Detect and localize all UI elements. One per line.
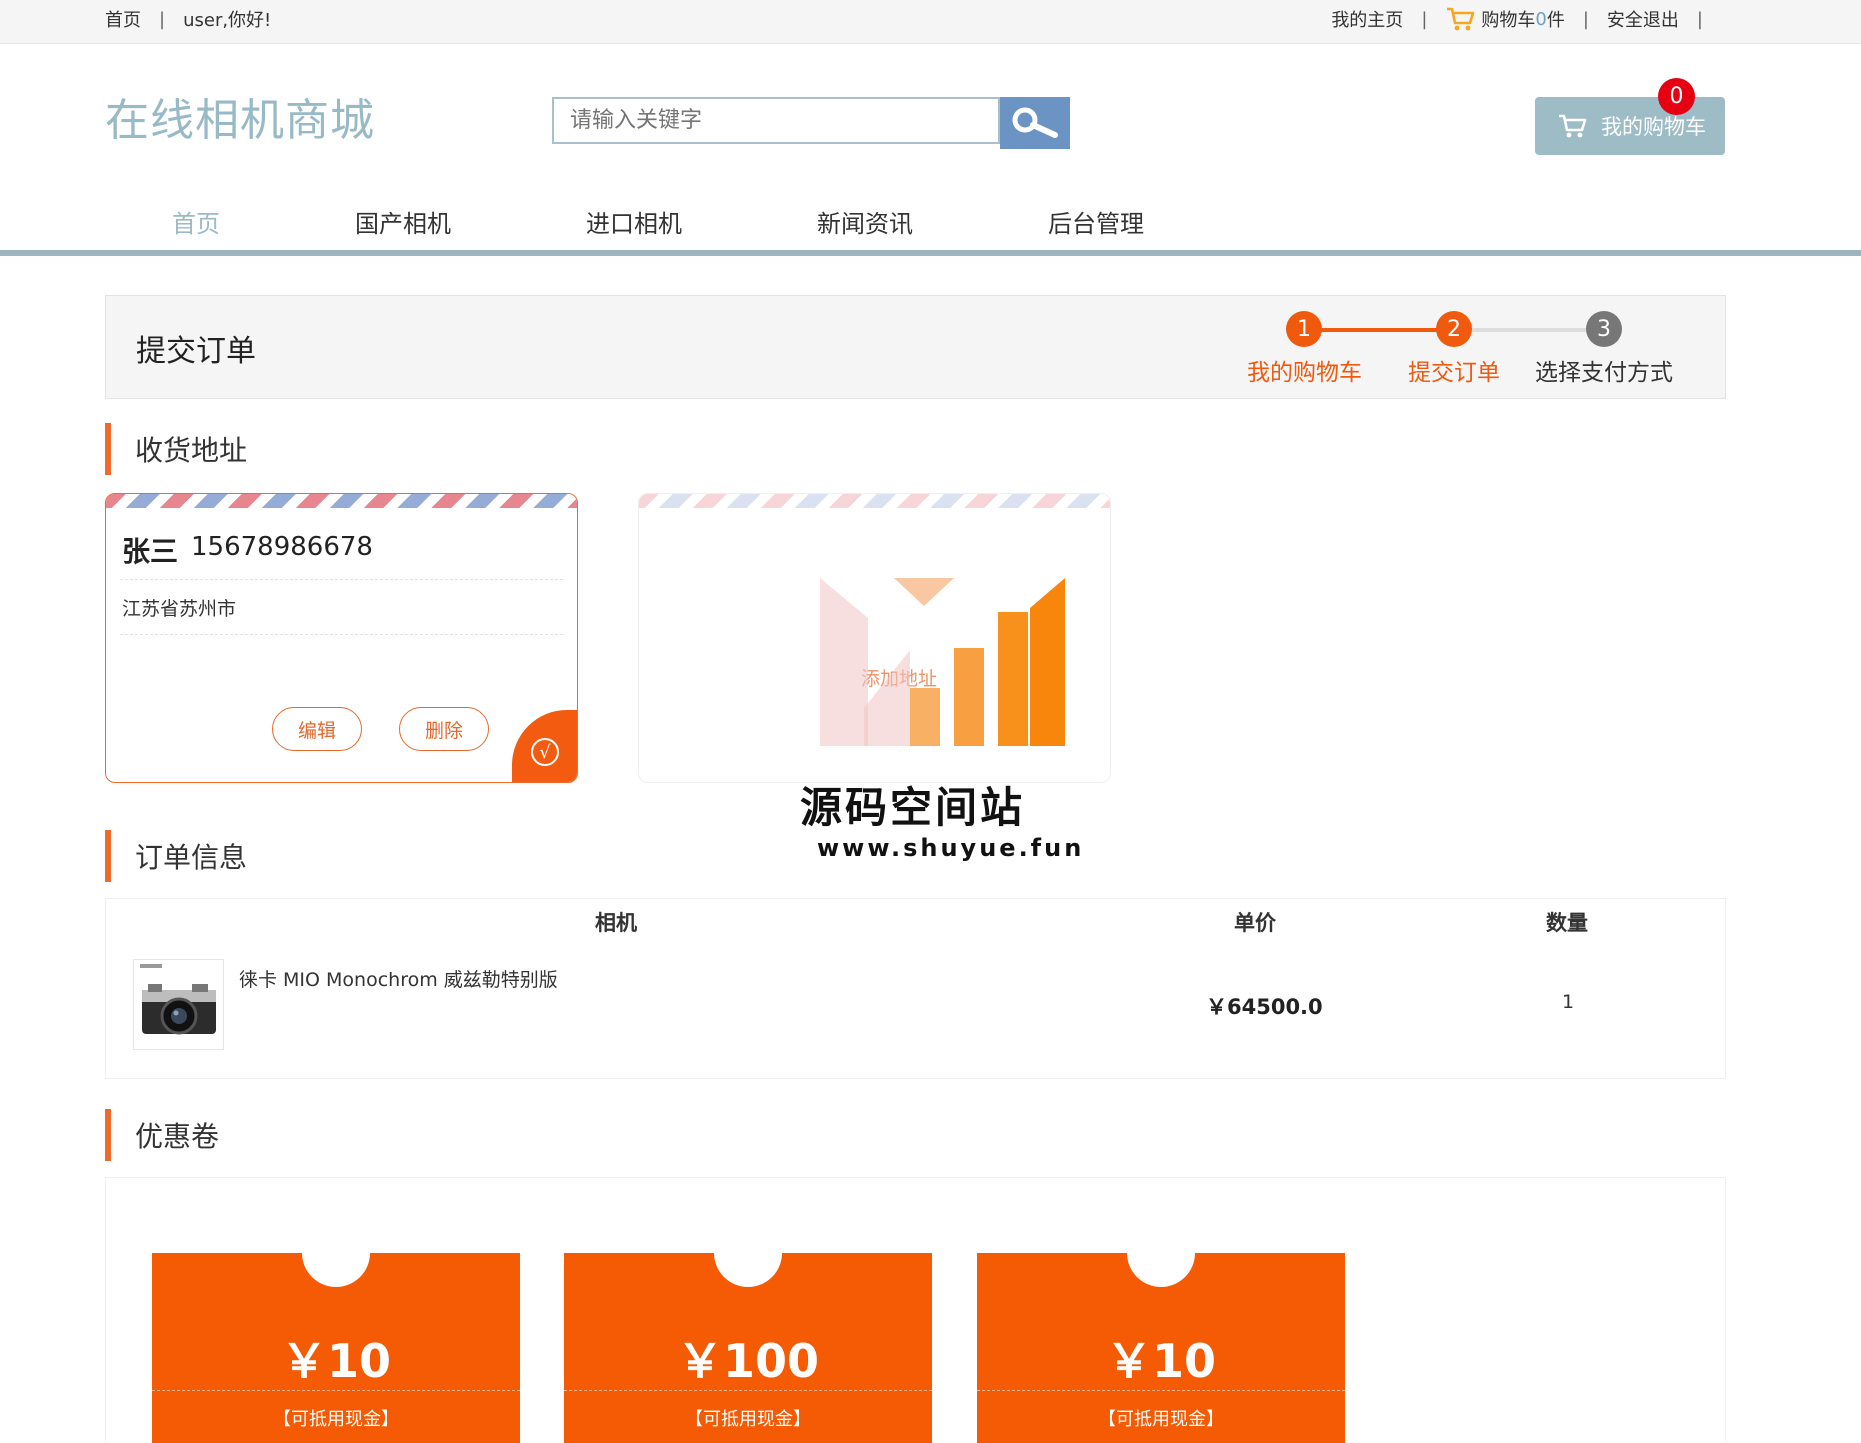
coupon-notch xyxy=(302,1219,370,1287)
coupon-amount: ￥100 xyxy=(676,1334,820,1388)
product-image[interactable] xyxy=(133,959,224,1050)
top-bar-right: 我的主页 | 购物车 0 件 | 安全退出 | xyxy=(1331,6,1721,32)
my-cart-label: 我的购物车 xyxy=(1601,115,1706,139)
order-section-heading: 订单信息 xyxy=(105,830,247,882)
top-cart-prefix: 购物车 xyxy=(1481,10,1536,31)
nav-item-admin[interactable]: 后台管理 xyxy=(1048,204,1144,239)
order-steps-panel: 提交订单 1 2 3 我的购物车 提交订单 选择支付方式 xyxy=(105,295,1726,399)
recipient-phone: 15678986678 xyxy=(191,532,373,562)
check-icon: √ xyxy=(531,738,559,766)
camera-icon xyxy=(140,964,216,1035)
coupon-amount: ￥10 xyxy=(1105,1334,1216,1388)
coupon-description: 【可抵用现金】 xyxy=(685,1409,811,1430)
airmail-border xyxy=(639,494,1110,508)
nav-item-home[interactable]: 首页 xyxy=(172,204,220,239)
column-header-qty: 数量 xyxy=(1546,911,1588,935)
top-cart-suffix: 件 xyxy=(1546,10,1565,31)
user-greeting: user,你好! xyxy=(183,10,272,31)
column-header-price: 单价 xyxy=(1234,911,1276,935)
separator: | xyxy=(1582,8,1589,30)
product-quantity: 1 xyxy=(1562,991,1575,1013)
divider xyxy=(120,579,563,580)
coupon-notch xyxy=(1127,1219,1195,1287)
step-label-2: 提交订单 xyxy=(1408,360,1500,386)
coupon-card[interactable]: ￥10 【可抵用现金】 xyxy=(152,1219,520,1443)
delete-address-button[interactable]: 删除 xyxy=(399,707,489,751)
coupon-divider xyxy=(977,1390,1345,1391)
search-input[interactable] xyxy=(552,97,1000,144)
recipient-address: 江苏省苏州市 xyxy=(122,598,237,620)
recipient-name: 张三 xyxy=(122,535,179,568)
product-name[interactable]: 徕卡 MIO Monochrom 威兹勒特别版 xyxy=(239,965,558,992)
edit-address-button[interactable]: 编辑 xyxy=(272,707,362,751)
coupon-card[interactable]: ￥10 【可抵用现金】 xyxy=(977,1219,1345,1443)
address-section-heading: 收货地址 xyxy=(105,423,247,475)
divider xyxy=(120,634,563,635)
main-nav: 首页 国产相机 进口相机 新闻资讯 后台管理 xyxy=(0,196,1861,256)
site-logo[interactable]: 在线相机商城 xyxy=(105,84,375,148)
watermark-title: 源码空间站 xyxy=(800,783,1026,832)
separator: | xyxy=(1421,8,1428,30)
coupon-description: 【可抵用现金】 xyxy=(1098,1409,1224,1430)
separator: | xyxy=(159,8,166,30)
airmail-border xyxy=(106,494,577,508)
column-header-camera: 相机 xyxy=(595,911,637,935)
nav-item-news[interactable]: 新闻资讯 xyxy=(817,204,913,239)
step-label-1: 我的购物车 xyxy=(1247,360,1362,386)
logout-link[interactable]: 安全退出 xyxy=(1607,6,1679,32)
page-title: 提交订单 xyxy=(136,334,256,369)
top-cart-link[interactable]: 购物车 0 件 xyxy=(1445,6,1565,32)
top-cart-count: 0 xyxy=(1535,8,1547,30)
product-price: ￥64500.0 xyxy=(1206,995,1323,1019)
my-cart-button[interactable]: 我的购物车 xyxy=(1535,97,1725,155)
coupon-description: 【可抵用现金】 xyxy=(273,1409,399,1430)
coupon-divider xyxy=(564,1390,932,1391)
cart-count-badge: 0 xyxy=(1658,78,1695,115)
coupon-amount: ￥10 xyxy=(280,1334,391,1388)
search-button[interactable] xyxy=(1000,97,1070,149)
coupon-notch xyxy=(714,1219,782,1287)
step-line-2 xyxy=(1454,328,1604,332)
step-circle-1: 1 xyxy=(1286,311,1322,347)
step-circle-3: 3 xyxy=(1586,311,1622,347)
top-home-link[interactable]: 首页 xyxy=(105,6,141,32)
coupon-card[interactable]: ￥100 【可抵用现金】 xyxy=(564,1219,932,1443)
coupon-area: ￥10 【可抵用现金】 ￥100 【可抵用现金】 ￥10 【可抵用现金】 xyxy=(105,1177,1726,1443)
separator: | xyxy=(1696,8,1703,30)
step-line-1 xyxy=(1304,328,1454,332)
search-icon xyxy=(1012,107,1058,138)
coupon-section-heading: 优惠卷 xyxy=(105,1109,219,1161)
top-bar: 首页 | user,你好! 我的主页 | 购物车 0 件 | 安全退出 | xyxy=(0,0,1861,44)
nav-item-imported-cameras[interactable]: 进口相机 xyxy=(586,204,682,239)
order-table: 相机 单价 数量 徕卡 MIO Monochrom 威兹勒特别版 ￥64500.… xyxy=(105,898,1726,1079)
top-bar-left: 首页 | user,你好! xyxy=(105,6,271,32)
step-circle-2: 2 xyxy=(1436,311,1472,347)
address-card-selected[interactable]: 张三 15678986678 江苏省苏州市 编辑 删除 √ xyxy=(105,493,578,783)
watermark-logo-icon xyxy=(820,578,1065,746)
cart-icon xyxy=(1559,114,1587,138)
coupon-divider xyxy=(152,1390,520,1391)
nav-item-domestic-cameras[interactable]: 国产相机 xyxy=(355,204,451,239)
my-home-link[interactable]: 我的主页 xyxy=(1331,6,1403,32)
watermark-url: www.shuyue.fun xyxy=(817,834,1085,862)
step-label-3: 选择支付方式 xyxy=(1535,360,1673,386)
cart-icon xyxy=(1447,7,1475,31)
